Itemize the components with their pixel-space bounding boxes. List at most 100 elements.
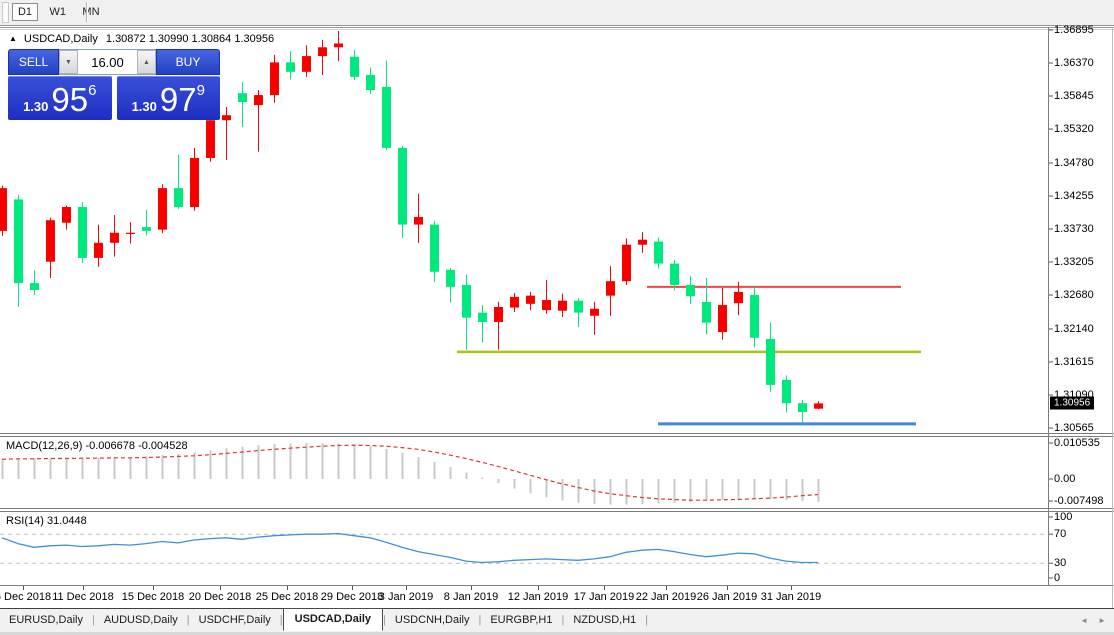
- sell-price-big: 95: [51, 86, 88, 113]
- tabs-scroll-right-icon[interactable]: ►: [1098, 616, 1106, 625]
- tab-usdchf-daily[interactable]: USDCHF,Daily: [190, 610, 280, 630]
- chart-tabs-bar: ◄ ► EURUSD,Daily|AUDUSD,Daily|USDCHF,Dai…: [0, 608, 1114, 633]
- sell-button[interactable]: SELL: [8, 49, 59, 75]
- rsi-axis-tick-label: 70: [1054, 528, 1066, 540]
- date-axis-label: 6 Dec 2018: [0, 591, 51, 603]
- candle-body: [270, 62, 279, 95]
- date-axis-label: 17 Jan 2019: [574, 591, 635, 603]
- rsi-axis-tick-label: 0: [1054, 572, 1060, 584]
- macd-axis-tick-label: 0.00: [1054, 473, 1075, 485]
- tab-audusd-daily[interactable]: AUDUSD,Daily: [95, 610, 187, 630]
- candle-body: [606, 281, 615, 295]
- macd-axis-tick-label: -0.007498: [1054, 495, 1104, 507]
- candle-body: [670, 264, 679, 285]
- price-axis-tick-label: 1.36370: [1054, 57, 1094, 69]
- candle-body: [750, 295, 759, 338]
- sell-price-pip: 6: [88, 83, 96, 98]
- candle-body: [366, 75, 375, 90]
- candle-body: [334, 44, 343, 48]
- sell-price-button[interactable]: 1.30956: [8, 76, 112, 120]
- macd-label: MACD(12,26,9) -0.006678 -0.004528: [6, 440, 188, 452]
- rsi-axis-tick-label: 100: [1054, 511, 1072, 523]
- candle-body: [638, 240, 647, 245]
- candle-body: [382, 87, 391, 148]
- candle-body: [238, 93, 247, 102]
- chart-ohlc-values: 1.30872 1.30990 1.30864 1.30956: [106, 33, 274, 45]
- candle-body: [782, 380, 791, 403]
- candle-body: [462, 285, 471, 318]
- volume-decrease-button[interactable]: ▼: [59, 50, 78, 74]
- tab-eurusd-daily[interactable]: EURUSD,Daily: [0, 610, 92, 630]
- candle-body: [302, 56, 311, 72]
- macd-signal-line: [2, 445, 818, 500]
- candle-body: [254, 95, 263, 105]
- candle-body: [350, 57, 359, 77]
- candle-body: [126, 233, 135, 234]
- candle-body: [798, 403, 807, 412]
- candle-body: [158, 188, 167, 229]
- tab-separator: |: [645, 614, 648, 626]
- buy-price-pip: 9: [197, 83, 205, 98]
- candle-body: [526, 296, 535, 304]
- buy-price-button[interactable]: 1.30979: [117, 76, 221, 120]
- volume-stepper: ▼ ▲: [59, 49, 156, 75]
- candle-body: [206, 120, 215, 158]
- candle-body: [542, 300, 551, 310]
- volume-increase-button[interactable]: ▲: [137, 50, 156, 74]
- candle-body: [590, 309, 599, 316]
- date-axis-label: 31 Jan 2019: [761, 591, 822, 603]
- candle-body: [622, 245, 631, 281]
- metatrader-window: D1 W1 MN ▲USDCAD,Daily1.30872 1.30990 1.…: [0, 0, 1114, 635]
- date-axis-label: 26 Jan 2019: [697, 591, 758, 603]
- price-axis-tick-label: 1.34780: [1054, 157, 1094, 169]
- tabs-scroll-left-icon[interactable]: ◄: [1080, 616, 1088, 625]
- buy-price-prefix: 1.30: [132, 100, 157, 113]
- candle-body: [318, 47, 327, 56]
- price-axis-tick-label: 1.31615: [1054, 356, 1094, 368]
- rsi-line: [2, 534, 818, 563]
- candle-body: [446, 270, 455, 287]
- candle-body: [78, 207, 87, 258]
- price-axis-tick-label: 1.33730: [1054, 223, 1094, 235]
- date-axis-label: 8 Jan 2019: [444, 591, 498, 603]
- candle-body: [14, 199, 23, 283]
- candle-body: [62, 207, 71, 223]
- candle-body: [478, 313, 487, 322]
- candle-body: [510, 297, 519, 308]
- candle-body: [174, 188, 183, 207]
- tab-usdcnh-daily[interactable]: USDCNH,Daily: [386, 610, 479, 630]
- candle-body: [398, 148, 407, 225]
- candle-body: [494, 307, 503, 322]
- tab-nzdusd-h1[interactable]: NZDUSD,H1: [564, 610, 645, 630]
- price-axis-tick-label: 1.33205: [1054, 256, 1094, 268]
- price-axis-tick-label: 1.34255: [1054, 190, 1094, 202]
- candle-body: [654, 242, 663, 264]
- candle-body: [286, 62, 295, 71]
- buy-price-big: 97: [160, 86, 197, 113]
- volume-input[interactable]: [78, 50, 137, 74]
- candle-body: [110, 233, 119, 243]
- date-axis-label: 20 Dec 2018: [189, 591, 251, 603]
- price-axis-tick-label: 1.35320: [1054, 123, 1094, 135]
- chart-title: ▲USDCAD,Daily1.30872 1.30990 1.30864 1.3…: [9, 33, 274, 45]
- candle-body: [0, 188, 7, 231]
- one-click-trading-panel: SELL ▼ ▲ BUY 1.30956 1.30979: [8, 49, 220, 120]
- candle-body: [190, 158, 199, 207]
- tab-usdcad-daily[interactable]: USDCAD,Daily: [283, 608, 383, 631]
- candle-body: [142, 227, 151, 231]
- candle-body: [46, 220, 55, 261]
- collapse-panel-arrow-icon[interactable]: ▲: [9, 34, 17, 43]
- price-axis-tick-label: 1.32680: [1054, 289, 1094, 301]
- candle-body: [814, 403, 823, 408]
- candle-body: [94, 243, 103, 258]
- candle-body: [222, 115, 231, 120]
- current-price-tag: 1.30956: [1050, 397, 1094, 410]
- candle-body: [766, 339, 775, 385]
- buy-button[interactable]: BUY: [156, 49, 220, 75]
- price-axis-tick-label: 1.36895: [1054, 24, 1094, 36]
- tab-eurgbp-h1[interactable]: EURGBP,H1: [481, 610, 561, 630]
- candle-body: [414, 217, 423, 225]
- candle-body: [574, 301, 583, 313]
- candle-body: [558, 301, 567, 311]
- date-axis-label: 25 Dec 2018: [256, 591, 318, 603]
